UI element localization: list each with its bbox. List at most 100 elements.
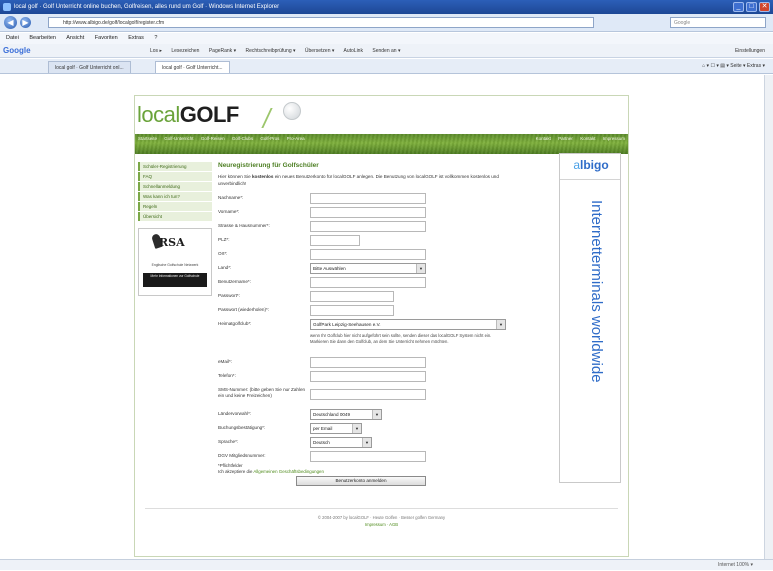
site-container: localGOLF Startseite Golf-Unterricht Gol… bbox=[134, 95, 629, 557]
tab-2[interactable]: local golf · Golf Unterricht... bbox=[155, 61, 230, 73]
title-bar: local golf · Golf Unterricht online buch… bbox=[0, 0, 773, 14]
field-label: eMail*: bbox=[218, 359, 233, 364]
rsa-caption: Englische Golfschule Netzwerk bbox=[151, 263, 199, 267]
logo-text-bold: GOLF bbox=[179, 102, 240, 127]
text-input[interactable] bbox=[310, 357, 426, 368]
field-label: Ländervorwahl*: bbox=[218, 411, 252, 416]
forward-icon[interactable]: ▶ bbox=[20, 17, 31, 28]
nav-item[interactable]: Kontakt bbox=[536, 136, 551, 141]
nav-item[interactable]: Impressum bbox=[603, 136, 625, 141]
minimize-button[interactable]: _ bbox=[733, 2, 744, 12]
registration-form: Neuregistrierung für Golfschüler Hier kö… bbox=[218, 162, 550, 487]
address-bar: ◀ ▶ http://www.albigo.de/golf/localgolf/… bbox=[0, 14, 773, 32]
sidenav-item[interactable]: FAQ bbox=[138, 172, 212, 181]
form-row: Passwort (wiederholen)*: bbox=[218, 305, 550, 319]
field-label: Ort*: bbox=[218, 251, 228, 256]
albigo-ad[interactable]: albigo Internetterminals worldwide bbox=[559, 153, 621, 483]
form-row: Sprache*: Deutsch ▼ bbox=[218, 437, 550, 451]
settings-button[interactable]: Einstellungen bbox=[735, 44, 765, 57]
nav-item[interactable]: Golf-Reisen bbox=[201, 136, 225, 141]
field-label: Telefon*: bbox=[218, 373, 236, 378]
form-row: Telefon*: bbox=[218, 371, 550, 385]
sms-input[interactable] bbox=[310, 389, 426, 400]
nav-item[interactable]: Kontakt bbox=[580, 136, 595, 141]
text-input[interactable] bbox=[310, 207, 426, 218]
search-input[interactable]: Google bbox=[670, 17, 766, 28]
copyright-text: © 2004-2007 by localGOLF · Heute Golfen … bbox=[317, 515, 446, 520]
back-icon[interactable]: ◀ bbox=[4, 16, 17, 29]
menu-edit[interactable]: Bearbeiten bbox=[29, 35, 56, 41]
toolbar-item[interactable]: AutoLink bbox=[344, 48, 363, 54]
close-button[interactable]: ✕ bbox=[759, 2, 770, 12]
toolbar-item[interactable]: Rechtschreibprüfung ▾ bbox=[245, 48, 295, 54]
field-label: PLZ*: bbox=[218, 237, 230, 242]
text-input[interactable] bbox=[310, 221, 426, 232]
nav-item[interactable]: Startseite bbox=[138, 136, 157, 141]
sidenav-item[interactable]: Schüler-Registrierung bbox=[138, 162, 212, 171]
field-label: Passwort (wiederholen)*: bbox=[218, 307, 270, 312]
toolbar-item[interactable]: Übersetzen ▾ bbox=[305, 48, 334, 54]
ad-tagline: Internetterminals worldwide bbox=[588, 200, 605, 383]
menu-help[interactable]: ? bbox=[154, 35, 157, 41]
sidenav-item[interactable]: Was kann ich tun? bbox=[138, 192, 212, 201]
select-field[interactable]: Bitte Auswählen ▼ bbox=[310, 263, 426, 274]
toolbar-item[interactable]: PageRank ▾ bbox=[209, 48, 236, 54]
toolbar-item[interactable]: Lesezeichen bbox=[171, 48, 199, 54]
zone-zoom-indicator[interactable]: Internet 100% ▾ bbox=[718, 560, 753, 571]
terms-link[interactable]: Allgemeinen Geschäftsbedingungen bbox=[253, 469, 324, 474]
form-row: eMail*: bbox=[218, 357, 550, 371]
chevron-down-icon: ▼ bbox=[496, 320, 505, 329]
url-input[interactable]: http://www.albigo.de/golf/localgolf/regi… bbox=[48, 17, 594, 28]
homegolfclub-select[interactable]: GolfPark Leipzig-Seehausen e.V. ▼ bbox=[310, 319, 506, 330]
form-row: PLZ*: bbox=[218, 235, 550, 249]
text-input[interactable] bbox=[310, 193, 426, 204]
maximize-button[interactable]: □ bbox=[746, 2, 757, 12]
text-input[interactable] bbox=[310, 305, 394, 316]
footer-links[interactable]: Impressum · AGB bbox=[135, 521, 628, 528]
intro-text: Hier können Sie kostenlos ein neues Benu… bbox=[218, 174, 499, 186]
rsa-logo: RSA bbox=[159, 236, 185, 249]
menu-view[interactable]: Ansicht bbox=[66, 35, 84, 41]
text-input[interactable] bbox=[310, 371, 426, 382]
nav-item[interactable]: Partner bbox=[558, 136, 573, 141]
tab-1[interactable]: local golf · Golf Unterricht onl... bbox=[48, 61, 131, 73]
submit-button[interactable]: Benutzerkonto anmelden bbox=[296, 476, 426, 486]
nav-item[interactable]: Pro-Area bbox=[287, 136, 305, 141]
text-input[interactable] bbox=[310, 277, 426, 288]
sidenav-item[interactable]: Regeln bbox=[138, 202, 212, 211]
text-input[interactable] bbox=[310, 291, 394, 302]
divider bbox=[560, 179, 620, 180]
select-field[interactable]: Deutschland 0049 ▼ bbox=[310, 409, 382, 420]
divider bbox=[145, 508, 618, 509]
text-input[interactable] bbox=[310, 249, 426, 260]
sidenav-item[interactable]: Schnellanmeldung bbox=[138, 182, 212, 191]
menu-tools[interactable]: Extras bbox=[128, 35, 144, 41]
text-input[interactable] bbox=[310, 235, 360, 246]
select-field[interactable]: Deutsch ▼ bbox=[310, 437, 372, 448]
rsa-banner[interactable]: RSA Englische Golfschule Netzwerk Mehr I… bbox=[138, 228, 212, 296]
field-label: Land*: bbox=[218, 265, 232, 270]
menu-favorites[interactable]: Favoriten bbox=[95, 35, 118, 41]
side-nav: Schüler-Registrierung FAQ Schnellanmeldu… bbox=[138, 162, 212, 222]
sidenav-item[interactable]: Übersicht bbox=[138, 212, 212, 221]
field-label: Heimatgolfclub*: bbox=[218, 321, 252, 326]
menu-file[interactable]: Datei bbox=[6, 35, 19, 41]
homegolfclub-row: Heimatgolfclub*: GolfPark Leipzig-Seehau… bbox=[218, 319, 550, 357]
homegolfclub-hint: wenn Ihr Golfclub hier nicht aufgeführt … bbox=[310, 333, 492, 344]
toolbar-item[interactable]: Los ▸ bbox=[150, 48, 162, 54]
nav-item[interactable]: Golf-Pros bbox=[260, 136, 279, 141]
toolbar-item[interactable]: Senden an ▾ bbox=[372, 48, 400, 54]
vertical-scrollbar[interactable] bbox=[764, 75, 773, 559]
nav-item[interactable]: Golf-Clubs bbox=[232, 136, 253, 141]
command-bar[interactable]: ⌂ ▾ ☐ ▾ ▤ ▾ Seite ▾ Extras ▾ bbox=[702, 59, 765, 74]
nav-item[interactable]: Golf-Unterricht bbox=[164, 136, 193, 141]
menu-bar: Datei Bearbeiten Ansicht Favoriten Extra… bbox=[0, 33, 773, 44]
form-row: Buchungsbestätigung*: per Email ▼ bbox=[218, 423, 550, 437]
select-field[interactable]: per Email ▼ bbox=[310, 423, 362, 434]
top-nav-right: Kontakt Partner Kontakt Impressum bbox=[530, 134, 625, 143]
field-label: Sprache*: bbox=[218, 439, 239, 444]
form-row: Nachname*: bbox=[218, 193, 550, 207]
dgv-input[interactable] bbox=[310, 451, 426, 462]
site-logo[interactable]: localGOLF bbox=[137, 102, 239, 128]
top-nav: Startseite Golf-Unterricht Golf-Reisen G… bbox=[138, 134, 311, 143]
